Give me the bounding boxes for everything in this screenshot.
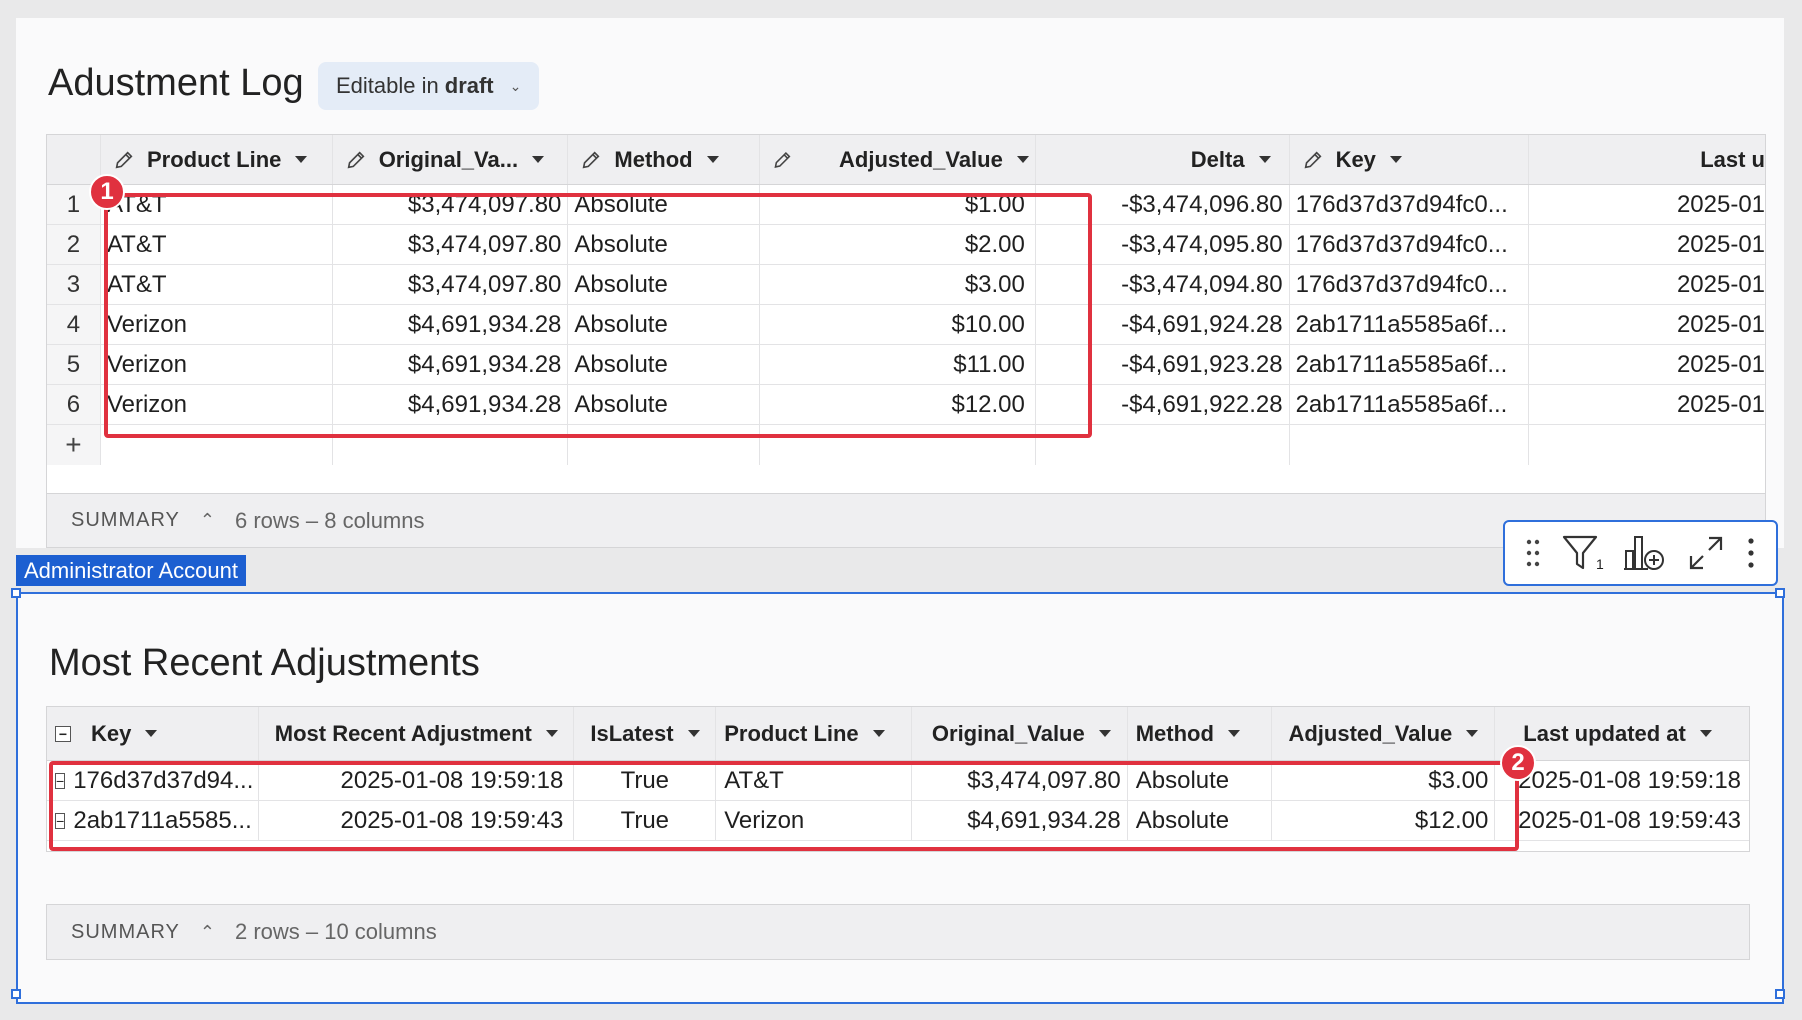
sort-caret-icon[interactable]: [1227, 730, 1240, 737]
sort-caret-icon[interactable]: [545, 730, 558, 737]
table-row[interactable]: 5 Verizon $4,691,934.28 Absolute $11.00 …: [47, 345, 1765, 385]
user-account-tag: Administrator Account: [16, 555, 246, 586]
sort-caret-icon[interactable]: [1466, 730, 1479, 737]
sort-caret-icon[interactable]: [1016, 156, 1029, 163]
sort-caret-icon[interactable]: [1389, 156, 1402, 163]
adjustment-log-panel: Adustment Log Editable in draft ⌄ Produc…: [16, 18, 1784, 548]
column-header-key[interactable]: − Key: [47, 707, 259, 760]
column-header-key[interactable]: Key: [1290, 135, 1530, 184]
table-row[interactable]: 6 Verizon $4,691,934.28 Absolute $12.00 …: [47, 385, 1765, 425]
add-row-button[interactable]: +: [47, 425, 101, 465]
element-toolbar: 1: [1503, 520, 1778, 586]
column-header-last-updated[interactable]: Last u: [1529, 135, 1765, 184]
editable-mode-dropdown[interactable]: Editable in draft ⌄: [318, 62, 540, 110]
drag-handle-icon[interactable]: [1525, 536, 1541, 570]
table-row[interactable]: 2 AT&T $3,474,097.80 Absolute $2.00 -$3,…: [47, 225, 1765, 265]
table-row[interactable]: − 2ab1711a5585... 2025-01-08 19:59:43 Tr…: [47, 801, 1749, 841]
adjustment-log-table: Product Line Original_Va... Method Adjus…: [46, 134, 1766, 548]
chevron-up-icon[interactable]: ⌃: [200, 510, 215, 531]
sort-caret-icon[interactable]: [1098, 730, 1111, 737]
pencil-icon: [774, 151, 791, 168]
sort-caret-icon[interactable]: [1699, 730, 1712, 737]
add-row[interactable]: +: [47, 425, 1765, 465]
table-row[interactable]: 1 AT&T $3,474,097.80 Absolute $1.00 -$3,…: [47, 185, 1765, 225]
resize-handle[interactable]: [1775, 989, 1785, 999]
summary-text: 2 rows – 10 columns: [234, 919, 437, 944]
pencil-icon: [1304, 150, 1322, 168]
column-header-adjusted-value[interactable]: Adjusted_Value: [760, 135, 1036, 184]
column-header-original-value[interactable]: Original_Value: [912, 707, 1128, 760]
chevron-down-icon: ⌄: [509, 77, 522, 94]
table-summary-bar[interactable]: SUMMARY ⌃ 2 rows – 10 columns: [46, 904, 1750, 960]
row-number-header: [47, 135, 101, 184]
column-header-most-recent[interactable]: Most Recent Adjustment: [259, 707, 575, 760]
summary-text: 6 rows – 8 columns: [234, 507, 425, 533]
sort-caret-icon[interactable]: [145, 730, 158, 737]
pencil-icon: [115, 150, 133, 168]
section-title: Most Recent Adjustments: [49, 642, 480, 684]
resize-handle[interactable]: [1775, 588, 1785, 598]
table-row[interactable]: 3 AT&T $3,474,097.80 Absolute $3.00 -$3,…: [47, 265, 1765, 305]
column-header-islatest[interactable]: IsLatest: [574, 707, 717, 760]
more-options-icon[interactable]: [1746, 536, 1756, 570]
summary-label: SUMMARY: [71, 509, 180, 531]
resize-handle[interactable]: [11, 588, 21, 598]
collapse-all-icon[interactable]: −: [55, 725, 71, 742]
chevron-up-icon[interactable]: ⌃: [200, 922, 215, 943]
sort-caret-icon[interactable]: [687, 730, 700, 737]
filter-button[interactable]: 1: [1562, 534, 1604, 572]
annotation-badge-1: 1: [89, 174, 125, 210]
column-header-original-value[interactable]: Original_Va...: [333, 135, 569, 184]
collapse-row-icon[interactable]: −: [55, 772, 66, 789]
column-header-adjusted-value[interactable]: Adjusted_Value: [1272, 707, 1496, 760]
table-header: Product Line Original_Va... Method Adjus…: [47, 135, 1765, 185]
add-chart-icon[interactable]: [1624, 533, 1666, 573]
expand-icon[interactable]: [1687, 534, 1725, 572]
table-row[interactable]: 4 Verizon $4,691,934.28 Absolute $10.00 …: [47, 305, 1765, 345]
column-header-product-line[interactable]: Product Line: [716, 707, 912, 760]
sort-caret-icon[interactable]: [706, 156, 719, 163]
sort-caret-icon[interactable]: [295, 156, 308, 163]
column-header-method[interactable]: Method: [1128, 707, 1272, 760]
page-title: Adustment Log: [48, 62, 304, 104]
filter-count: 1: [1595, 556, 1604, 572]
sort-caret-icon[interactable]: [1258, 156, 1271, 163]
pencil-icon: [347, 150, 365, 168]
column-header-last-updated-at[interactable]: Last updated at: [1495, 707, 1749, 760]
collapse-row-icon[interactable]: −: [55, 812, 66, 829]
column-header-delta[interactable]: Delta: [1036, 135, 1290, 184]
filter-icon: [1562, 535, 1598, 570]
pencil-icon: [583, 150, 600, 168]
column-header-method[interactable]: Method: [568, 135, 761, 184]
most-recent-adjustments-table: − Key Most Recent Adjustment IsLatest Pr…: [46, 706, 1750, 852]
resize-handle[interactable]: [11, 989, 21, 999]
table-header: − Key Most Recent Adjustment IsLatest Pr…: [47, 707, 1749, 761]
annotation-badge-2: 2: [1500, 745, 1536, 781]
summary-label: SUMMARY: [71, 920, 180, 943]
editable-prefix: Editable in: [336, 73, 439, 98]
sort-caret-icon[interactable]: [532, 156, 545, 163]
table-row[interactable]: − 176d37d37d94... 2025-01-08 19:59:18 Tr…: [47, 761, 1749, 801]
column-header-product-line[interactable]: Product Line: [101, 135, 333, 184]
editable-mode: draft: [444, 73, 494, 98]
sort-caret-icon[interactable]: [872, 730, 885, 737]
